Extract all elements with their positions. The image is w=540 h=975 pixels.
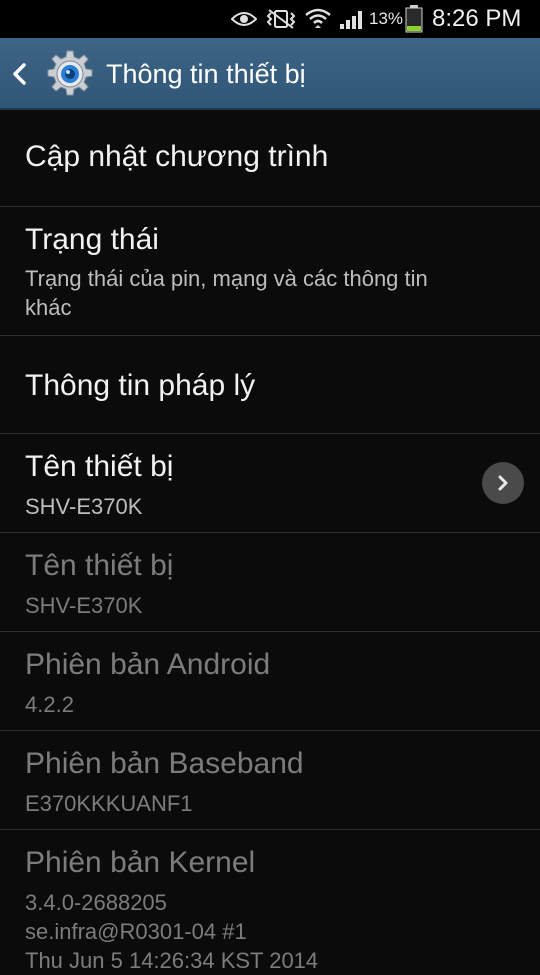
list-item-summary: 3.4.0-2688205 — [25, 890, 167, 915]
gear-icon[interactable] — [44, 48, 96, 100]
list-item-summary: E370KKKUANF1 — [25, 791, 193, 816]
list-item-device-name[interactable]: Tên thiết bị SHV-E370K — [0, 434, 540, 533]
list-item-title: Trạng thái — [25, 223, 159, 256]
list-item-summary: SHV-E370K — [25, 593, 143, 618]
no-vibrate-icon — [266, 0, 296, 38]
list-item-model-name: Tên thiết bị SHV-E370K — [0, 533, 540, 632]
status-bar: 13% 8:26 PM — [0, 0, 540, 38]
wifi-icon — [304, 0, 332, 38]
list-item-summary: SHV-E370K — [25, 494, 143, 519]
page-title: Thông tin thiết bị — [106, 59, 306, 89]
list-item-summary-line2: khác — [25, 295, 72, 320]
list-item-summary-line2: se.infra@R0301-04 #1 — [25, 919, 247, 944]
list-item-kernel-version: Phiên bản Kernel 3.4.0-2688205 se.infra@… — [0, 830, 540, 973]
eye-icon — [231, 0, 257, 38]
list-item-title: Tên thiết bị — [25, 450, 174, 483]
cell-signal-icon — [339, 0, 365, 38]
list-item-software-update[interactable]: Cập nhật chương trình — [0, 110, 540, 207]
list-item-android-version: Phiên bản Android 4.2.2 — [0, 632, 540, 731]
battery-percent: 13% — [369, 9, 404, 28]
list-item-title: Thông tin pháp lý — [25, 369, 256, 402]
list-item-status[interactable]: Trạng thái Trạng thái của pin, mạng và c… — [0, 207, 540, 336]
clock: 8:26 PM — [432, 5, 522, 32]
list-item-title: Cập nhật chương trình — [25, 140, 329, 173]
action-bar: Thông tin thiết bị — [0, 38, 540, 110]
list-item-title: Tên thiết bị — [25, 549, 174, 582]
list-item-title: Phiên bản Kernel — [25, 846, 256, 879]
list-item-summary-line3: Thu Jun 5 14:26:34 KST 2014 — [25, 948, 319, 973]
list-item-title: Phiên bản Android — [25, 648, 271, 681]
settings-list: Cập nhật chương trình Trạng thái Trạng t… — [0, 110, 540, 973]
battery-icon — [405, 0, 423, 38]
back-icon[interactable] — [8, 62, 32, 86]
list-item-title: Phiên bản Baseband — [25, 747, 304, 780]
list-item-summary: 4.2.2 — [25, 692, 74, 717]
list-item-legal-info[interactable]: Thông tin pháp lý — [0, 336, 540, 434]
chevron-right-icon[interactable] — [482, 462, 524, 504]
list-item-baseband-version: Phiên bản Baseband E370KKKUANF1 — [0, 731, 540, 830]
list-item-summary: Trạng thái của pin, mạng và các thông ti… — [25, 266, 428, 291]
